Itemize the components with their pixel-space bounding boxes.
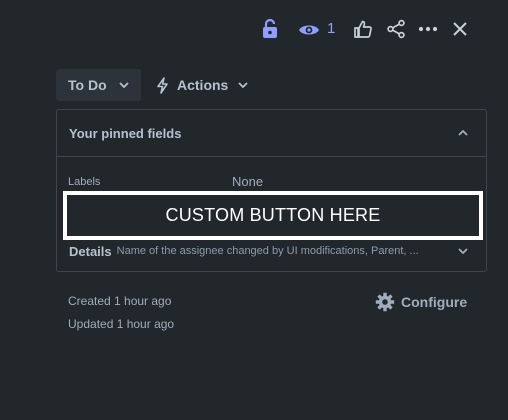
labels-field-label: Labels (68, 176, 101, 188)
chevron-down-icon (458, 248, 468, 254)
close-icon (453, 22, 467, 36)
chevron-up-icon (458, 130, 468, 136)
status-label: To Do (68, 77, 107, 93)
chevron-down-icon (238, 82, 248, 88)
created-timestamp: Created 1 hour ago (68, 294, 172, 308)
configure-label: Configure (401, 294, 468, 310)
expand-details-button[interactable] (455, 244, 471, 258)
collapse-pinned-button[interactable] (455, 126, 471, 140)
more-actions-button[interactable] (416, 18, 440, 40)
more-horizontal-icon (418, 26, 438, 32)
details-title: Details (69, 243, 112, 259)
custom-button-label: CUSTOM BUTTON HERE (165, 205, 381, 225)
panel-divider (56, 156, 487, 157)
watch-button[interactable] (297, 20, 321, 40)
lock-toggle-button[interactable] (259, 17, 281, 41)
close-button[interactable] (449, 18, 471, 40)
status-dropdown-button[interactable]: To Do (56, 69, 141, 101)
like-button[interactable] (352, 18, 374, 40)
share-icon (387, 19, 405, 39)
chevron-down-icon (118, 82, 129, 88)
updated-timestamp: Updated 1 hour ago (68, 317, 175, 331)
pinned-fields-title[interactable]: Your pinned fields (69, 126, 181, 141)
thumbs-up-icon (354, 20, 372, 38)
eye-icon (299, 25, 319, 35)
actions-dropdown-button[interactable]: Actions (156, 69, 248, 101)
labels-field-value[interactable]: None (232, 174, 263, 189)
share-button[interactable] (385, 18, 407, 40)
gear-icon (375, 292, 395, 312)
details-summary: Name of the assignee changed by UI modif… (116, 245, 419, 257)
lightning-icon (157, 76, 168, 94)
custom-button[interactable]: CUSTOM BUTTON HERE (63, 191, 483, 240)
configure-button[interactable]: Configure (375, 292, 467, 312)
watch-count[interactable]: 1 (327, 20, 335, 37)
unlocked-padlock-icon (263, 18, 277, 38)
actions-label: Actions (177, 77, 229, 93)
details-section-header[interactable]: Details Name of the assignee changed by … (69, 242, 473, 260)
